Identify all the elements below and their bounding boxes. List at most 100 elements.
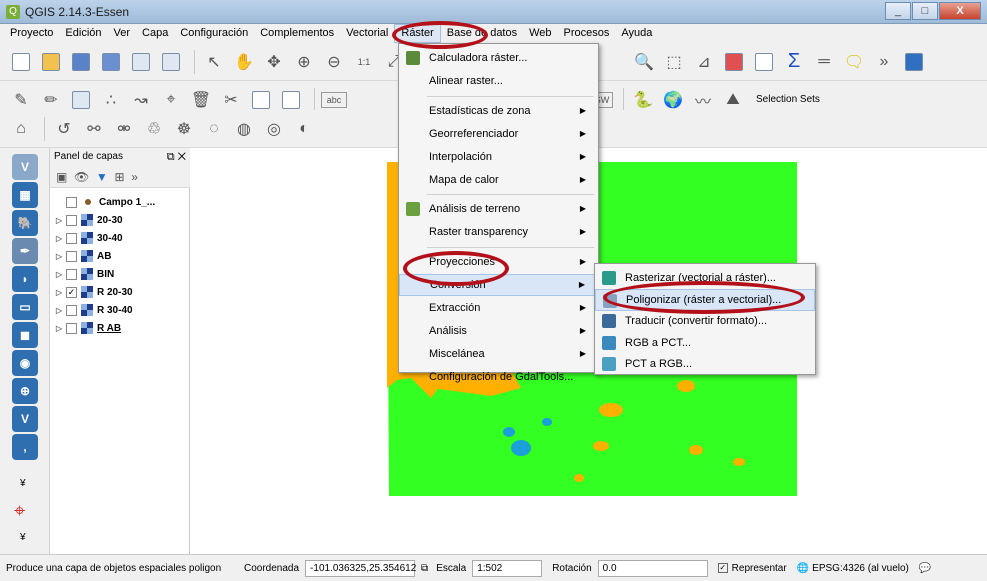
delete-selected-icon[interactable]: 🗑 [188,87,214,113]
add-postgis-layer-icon[interactable]: 🐘 [12,210,38,236]
add-vector-layer-icon[interactable]: V [12,154,38,180]
more-tools-icon[interactable]: » [871,49,897,75]
coordinate-field[interactable]: -101.036325,25.354612 [305,559,416,577]
add-raster-layer-icon[interactable]: ▦ [12,182,38,208]
layer-visibility-checkbox[interactable] [66,250,77,262]
menu-procesos[interactable]: Procesos [558,24,616,43]
measure-angle-icon[interactable]: ⌂ [8,116,34,142]
terrain-profile-icon[interactable]: ⛰ [720,87,746,113]
selection-sets-label[interactable]: Selection Sets [756,94,820,105]
menu-vectorial[interactable]: Vectorial [340,24,394,43]
web-globe-icon[interactable]: 🌍 [660,87,686,113]
layer-row[interactable]: ▷ R 30-40 [56,302,133,318]
menu-ayuda[interactable]: Ayuda [615,24,658,43]
menu-complementos[interactable]: Complementos [254,24,340,43]
help-icon[interactable] [901,49,927,75]
expand-arrow-icon[interactable]: ▷ [56,270,66,279]
statistics-icon[interactable]: Σ [781,49,807,75]
add-oracle-layer-icon[interactable]: ▭ [12,294,38,320]
rotation-field[interactable]: 0.0 [597,559,708,577]
paste-features-icon[interactable] [278,87,304,113]
menu-ver[interactable]: Ver [108,24,137,43]
open-project-icon[interactable] [38,49,64,75]
layer-row[interactable]: Campo 1_... [56,194,155,210]
messages-icon[interactable]: 💬 [919,563,931,574]
layer-row[interactable]: ▷ AB [56,248,111,264]
attribute-table-icon[interactable] [751,49,777,75]
raster-menu-item[interactable]: Miscelánea ▶ [399,343,598,365]
pan-icon[interactable]: ✋ [231,49,257,75]
scale-combobox[interactable]: 1:502 [472,559,543,577]
pan-to-selection-icon[interactable]: ✥ [261,49,287,75]
toggle-editing-icon[interactable]: ✏ [38,87,64,113]
add-wcs-layer-icon[interactable]: ⊕ [12,378,38,404]
zoom-native-icon[interactable]: 1:1 [351,49,377,75]
reshape-icon[interactable]: ♲ [141,116,167,142]
add-spatialite-layer-icon[interactable]: ✒ [12,238,38,264]
split-parts-icon[interactable]: ◐ [291,116,317,142]
add-feature-icon[interactable]: ∴ [98,87,124,113]
layer-visibility-checkbox[interactable] [66,268,77,280]
layer-row[interactable]: ▷ 20-30 [56,212,123,228]
save-as-icon[interactable] [98,49,124,75]
raster-menu-item[interactable]: Georreferenciador ▶ [399,123,598,145]
panel-float-close-icon[interactable]: ⧉ ✕ [167,148,186,166]
manage-visibility-icon[interactable]: 👁 [74,170,89,184]
menu-web[interactable]: Web [523,24,557,43]
add-wms-layer-icon[interactable]: ◉ [12,350,38,376]
conversion-menu-item[interactable]: PCT a RGB... [595,353,815,375]
identify-icon[interactable]: 🔍 [631,49,657,75]
raster-menu-item[interactable]: Análisis de terreno ▶ [399,198,598,220]
node-tool-icon[interactable]: ⌖ [158,87,184,113]
layer-row[interactable]: ▷ BIN [56,266,114,282]
zoom-in-icon[interactable]: ⊕ [291,49,317,75]
menu-edici-n[interactable]: Edición [59,24,107,43]
layer-visibility-checkbox[interactable] [66,214,77,226]
menu-configuraci-n[interactable]: Configuración [174,24,254,43]
raster-menu-item[interactable]: Configuración de GdalTools... [399,366,598,388]
add-wfs-layer-icon[interactable]: V [12,406,38,432]
layer-visibility-checkbox[interactable] [66,232,77,244]
expand-arrow-icon[interactable]: ▷ [56,252,66,261]
raster-menu-item[interactable]: Interpolación ▶ [399,146,598,168]
add-ring-icon[interactable]: ↺ [51,116,77,142]
zoom-out-icon[interactable]: ⊖ [321,49,347,75]
minimize-button[interactable]: _ [885,2,911,20]
label-abc-icon[interactable]: abc [321,91,347,108]
expand-arrow-icon[interactable]: ▷ [56,324,66,333]
save-project-icon[interactable] [68,49,94,75]
add-group-icon[interactable]: ▣ [56,170,67,184]
raster-menu-item[interactable]: Análisis ▶ [399,320,598,342]
layer-visibility-checkbox[interactable] [66,322,77,334]
add-delimited-text-icon[interactable]: , [12,434,38,460]
split-features-icon[interactable]: ⚯ [81,116,107,142]
menu-proyecto[interactable]: Proyecto [4,24,59,43]
new-project-icon[interactable] [8,49,34,75]
more-panel-tools-icon[interactable]: » [131,170,138,184]
cut-features-icon[interactable]: ✂ [218,87,244,113]
raster-menu-item[interactable]: Calculadora ráster... [399,47,598,69]
expand-all-icon[interactable]: ⊞ [114,170,124,184]
line-tool-icon[interactable]: 〰 [690,87,716,113]
layer-visibility-checkbox[interactable] [66,304,77,316]
expand-toolbar-icon[interactable]: ¥ [20,478,26,489]
move-feature-icon[interactable]: ↝ [128,87,154,113]
delete-ring-icon[interactable]: ◍ [231,116,257,142]
layer-row[interactable]: ▷ R AB [56,320,121,336]
copy-features-icon[interactable] [248,87,274,113]
crs-status[interactable]: EPSG:4326 (al vuelo) [812,563,909,574]
delete-part-icon[interactable]: ◎ [261,116,287,142]
raster-menu-item[interactable]: Alinear raster... [399,70,598,92]
expand-arrow-icon[interactable]: ▷ [56,234,66,243]
expand-arrow-icon[interactable]: ▷ [56,216,66,225]
touch-zoom-icon[interactable]: ↖ [201,49,227,75]
raster-menu-item[interactable]: Extracción ▶ [399,297,598,319]
raster-menu-item[interactable]: Mapa de calor ▶ [399,169,598,191]
fill-ring-icon[interactable]: ◌ [201,116,227,142]
filter-legend-icon[interactable]: ▼ [96,170,108,184]
current-edits-icon[interactable]: ✎ [8,87,34,113]
select-features-icon[interactable]: ⬚ [661,49,687,75]
raster-menu-item[interactable]: Raster transparency ▶ [399,221,598,243]
add-db2-layer-icon[interactable]: ◼ [12,322,38,348]
merge-features-icon[interactable]: ⚮ [111,116,137,142]
